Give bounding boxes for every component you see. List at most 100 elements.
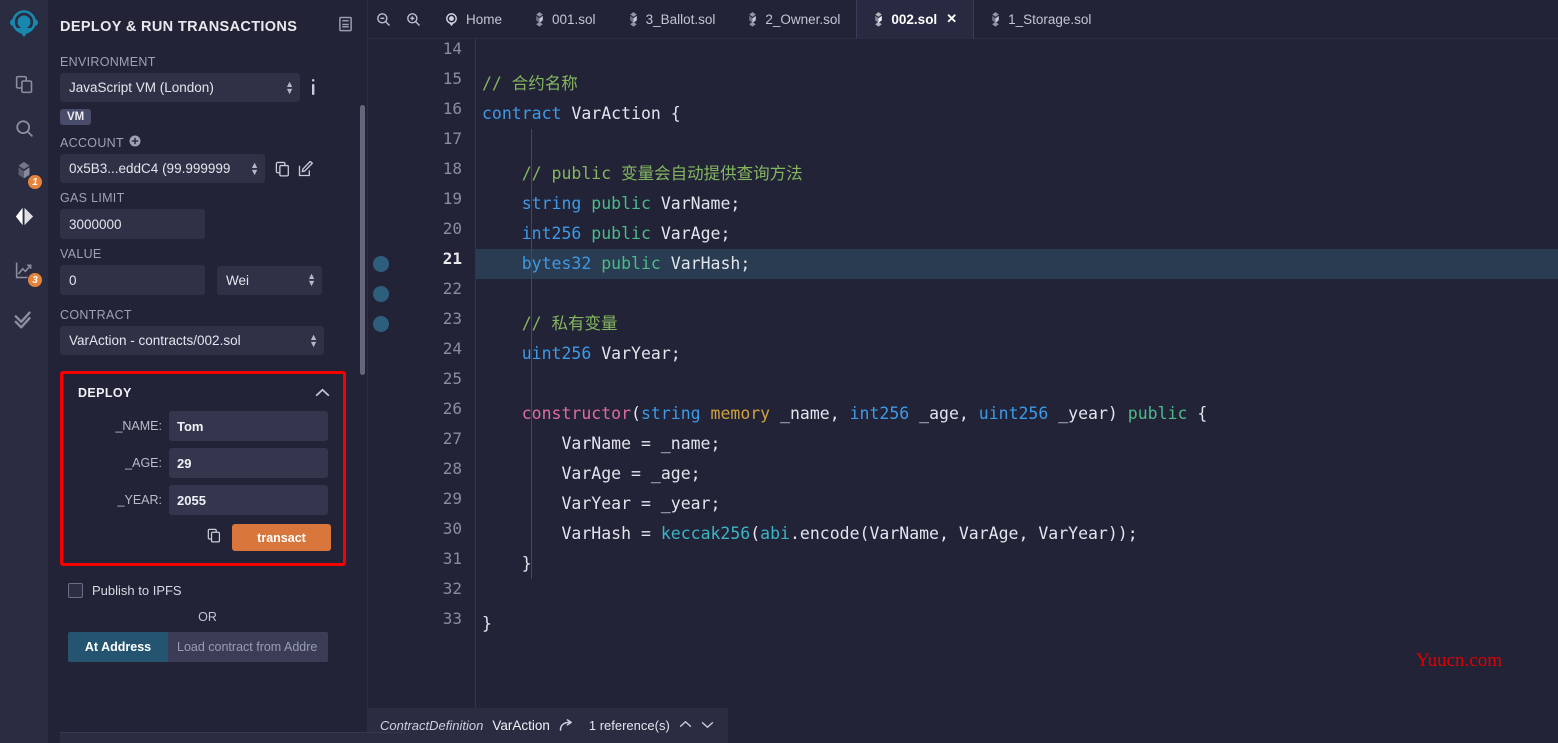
- code-token: public: [591, 194, 651, 213]
- gutter-line[interactable]: 29: [368, 489, 476, 519]
- deploy-arg-name-input[interactable]: Tom: [169, 411, 328, 441]
- breakpoint-marker[interactable]: [373, 286, 389, 302]
- gutter-line[interactable]: 14: [368, 39, 476, 69]
- deploy-header[interactable]: DEPLOY: [74, 383, 332, 411]
- chevron-down-icon[interactable]: [701, 720, 714, 732]
- remix-logo[interactable]: [0, 0, 48, 48]
- account-select[interactable]: 0x5B3...eddC4 (99.999999 ▲ ▼: [60, 154, 265, 183]
- gutter-line[interactable]: 22: [368, 279, 476, 309]
- gutter-line[interactable]: 33: [368, 609, 476, 639]
- code-token: .encode(VarName, VarAge, VarYear));: [789, 524, 1138, 543]
- gas-limit-input[interactable]: 3000000: [60, 209, 205, 239]
- code-line[interactable]: [476, 369, 1558, 399]
- value-input[interactable]: 0: [60, 265, 205, 295]
- chevron-up-icon[interactable]: [679, 720, 692, 732]
- gutter-line[interactable]: 32: [368, 579, 476, 609]
- deploy-arg-year-input[interactable]: 2055: [169, 485, 328, 515]
- value-unit-select[interactable]: Wei ▲ ▼: [217, 265, 322, 295]
- sidebar-item-search[interactable]: [0, 106, 48, 150]
- gutter-line[interactable]: 23: [368, 309, 476, 339]
- gutter-line[interactable]: 25: [368, 369, 476, 399]
- publish-ipfs-checkbox[interactable]: [68, 583, 83, 598]
- code-line[interactable]: bytes32 public VarHash;: [476, 249, 1558, 279]
- code-line[interactable]: // 私有变量: [476, 309, 1558, 339]
- remix-home-icon: [444, 12, 459, 27]
- gutter-line[interactable]: 24: [368, 339, 476, 369]
- code-line[interactable]: [476, 129, 1558, 159]
- editor-gutter[interactable]: 14 15 16 17 18 19 20 21 22 23 24 25 26 2…: [368, 39, 476, 708]
- tab-home[interactable]: Home: [428, 0, 518, 39]
- code-line[interactable]: uint256 VarYear;: [476, 339, 1558, 369]
- gutter-line[interactable]: 17: [368, 129, 476, 159]
- indent-guide: [531, 159, 532, 189]
- deploy-arg-age-input[interactable]: 29: [169, 448, 328, 478]
- jump-to-icon[interactable]: [559, 719, 574, 732]
- editor-tabbar: Home 001.sol 3_Ballot.sol 2_Owner.sol 00…: [368, 0, 1558, 39]
- copy-icon[interactable]: [275, 161, 290, 177]
- at-address-button[interactable]: At Address: [68, 632, 168, 662]
- code-line[interactable]: VarHash = keccak256(abi.encode(VarName, …: [476, 519, 1558, 549]
- tab-1-storage-sol[interactable]: 1_Storage.sol: [974, 0, 1107, 39]
- code-line[interactable]: contract VarAction {: [476, 99, 1558, 129]
- line-number: 28: [442, 459, 462, 478]
- gutter-line[interactable]: 28: [368, 459, 476, 489]
- gutter-line[interactable]: 26: [368, 399, 476, 429]
- at-address-input[interactable]: Load contract from Addre: [168, 632, 328, 662]
- breakpoint-marker[interactable]: [373, 256, 389, 272]
- zoom-out-icon[interactable]: [368, 12, 398, 27]
- code-line[interactable]: constructor(string memory _name, int256 …: [476, 399, 1558, 429]
- panel-scrollbar[interactable]: [360, 105, 365, 375]
- gutter-line[interactable]: 30: [368, 519, 476, 549]
- zoom-in-icon[interactable]: [398, 12, 428, 27]
- code-editor[interactable]: 14 15 16 17 18 19 20 21 22 23 24 25 26 2…: [368, 39, 1558, 708]
- code-line[interactable]: VarYear = _year;: [476, 489, 1558, 519]
- deploy-title: DEPLOY: [78, 386, 132, 400]
- gutter-line[interactable]: 20: [368, 219, 476, 249]
- plus-circle-icon[interactable]: [129, 135, 141, 150]
- code-line[interactable]: [476, 279, 1558, 309]
- sidebar-item-plugin-check[interactable]: [0, 298, 48, 342]
- code-line[interactable]: VarAge = _age;: [476, 459, 1558, 489]
- reference-count[interactable]: 1 reference(s): [589, 718, 670, 733]
- gutter-line[interactable]: 19: [368, 189, 476, 219]
- solidity-icon: [990, 11, 1001, 27]
- gutter-line[interactable]: 31: [368, 549, 476, 579]
- code-line[interactable]: }: [476, 549, 1558, 579]
- gutter-line[interactable]: 18: [368, 159, 476, 189]
- deploy-arg-row: _NAME: Tom: [74, 411, 332, 441]
- chevron-up-icon[interactable]: [315, 384, 330, 402]
- publish-ipfs-row[interactable]: Publish to IPFS: [60, 583, 355, 598]
- code-line[interactable]: // 合约名称: [476, 69, 1558, 99]
- sidebar-item-file-explorer[interactable]: [0, 62, 48, 106]
- gutter-line[interactable]: 27: [368, 429, 476, 459]
- layout-panel-icon[interactable]: [338, 16, 353, 37]
- code-line[interactable]: // public 变量会自动提供查询方法: [476, 159, 1558, 189]
- breakpoint-marker[interactable]: [373, 316, 389, 332]
- gutter-line[interactable]: 16: [368, 99, 476, 129]
- transact-button[interactable]: transact: [232, 524, 331, 551]
- tab-002-sol[interactable]: 002.sol ✕: [856, 0, 975, 39]
- code-token: // public 变量会自动提供查询方法: [521, 164, 803, 183]
- edit-icon[interactable]: [298, 160, 314, 177]
- code-line[interactable]: [476, 579, 1558, 609]
- environment-select[interactable]: JavaScript VM (London) ▲ ▼: [60, 73, 300, 102]
- code-line[interactable]: int256 public VarAge;: [476, 219, 1558, 249]
- code-content[interactable]: // 合约名称 contract VarAction { // public 变…: [476, 39, 1558, 708]
- close-icon[interactable]: ✕: [946, 11, 957, 27]
- info-icon[interactable]: [310, 79, 316, 96]
- code-line[interactable]: }: [476, 609, 1558, 639]
- copy-icon[interactable]: [207, 528, 221, 548]
- code-line[interactable]: string public VarName;: [476, 189, 1558, 219]
- code-token: // 合约名称: [482, 74, 578, 93]
- gutter-line[interactable]: 15: [368, 69, 476, 99]
- sidebar-item-solidity-compiler[interactable]: 1: [0, 150, 48, 194]
- gutter-line[interactable]: 21: [368, 249, 476, 279]
- tab-2-owner-sol[interactable]: 2_Owner.sol: [731, 0, 856, 39]
- code-line[interactable]: [476, 39, 1558, 69]
- sidebar-item-deploy-run[interactable]: [0, 194, 48, 238]
- contract-select[interactable]: VarAction - contracts/002.sol ▲ ▼: [60, 326, 324, 355]
- tab-001-sol[interactable]: 001.sol: [518, 0, 612, 39]
- tab-3-ballot-sol[interactable]: 3_Ballot.sol: [612, 0, 732, 39]
- code-line[interactable]: VarName = _name;: [476, 429, 1558, 459]
- sidebar-item-debugger[interactable]: 3: [0, 248, 48, 292]
